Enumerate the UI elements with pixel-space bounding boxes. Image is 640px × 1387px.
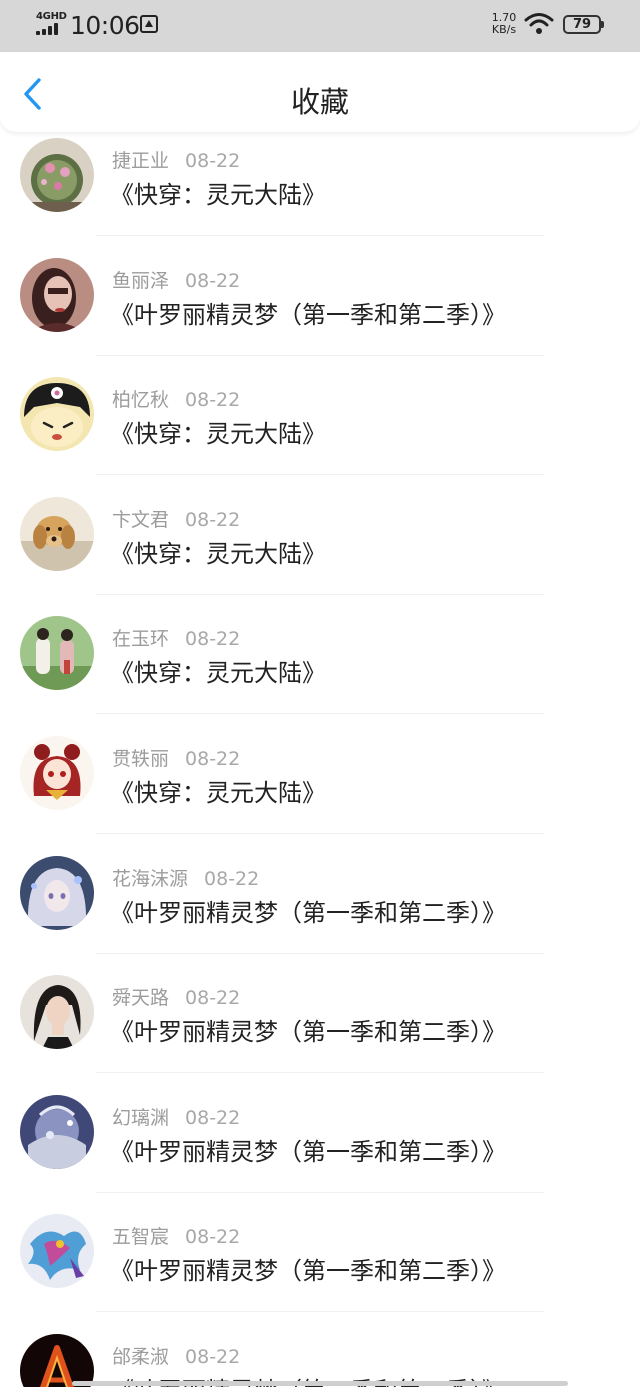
item-date: 08-22 xyxy=(185,747,241,770)
list-item[interactable]: 花海沫源 08-22 《叶罗丽精灵梦（第一季和第二季）》 xyxy=(0,849,640,969)
status-bar: 4GHD 10:06 1.70 KB/s 79 xyxy=(0,0,640,52)
item-meta: 鱼丽泽 08-22 xyxy=(112,266,240,293)
avatar xyxy=(20,855,94,930)
book-title: 《快穿：灵元大陆》 xyxy=(110,659,326,688)
list-item[interactable]: 五智宸 08-22 《叶罗丽精灵梦（第一季和第二季）》 xyxy=(0,1207,640,1327)
clock: 10:06 xyxy=(70,11,140,40)
list-item[interactable]: 鱼丽泽 08-22 《叶罗丽精灵梦（第一季和第二季）》 xyxy=(0,251,640,371)
book-title: 《叶罗丽精灵梦（第一季和第二季）》 xyxy=(110,1018,506,1047)
list-item[interactable]: 柏忆秋 08-22 《快穿：灵元大陆》 xyxy=(0,370,640,490)
item-meta: 贯轶丽 08-22 xyxy=(112,744,240,771)
item-date: 08-22 xyxy=(185,628,241,651)
notification-icon xyxy=(140,15,158,33)
item-meta: 卞文君 08-22 xyxy=(112,505,240,532)
item-meta: 五智宸 08-22 xyxy=(112,1222,240,1249)
avatar xyxy=(20,496,94,571)
list-item[interactable]: 在玉环 08-22 《快穿：灵元大陆》 xyxy=(0,609,640,729)
item-meta: 在玉环 08-22 xyxy=(112,624,240,651)
divider xyxy=(96,1072,544,1074)
avatar xyxy=(20,138,94,212)
book-title: 《快穿：灵元大陆》 xyxy=(110,181,326,209)
list-item[interactable]: 邰柔淑08-22 《叶罗丽精灵梦（第一季和第二季）》 xyxy=(0,1327,640,1387)
divider xyxy=(96,235,544,236)
avatar xyxy=(20,735,94,810)
user-name: 贯轶丽 xyxy=(112,747,170,770)
cellular-signal-icon: 4GHD xyxy=(36,11,67,36)
home-indicator[interactable] xyxy=(72,1381,568,1386)
divider xyxy=(96,713,544,715)
avatar xyxy=(20,975,94,1050)
list-item[interactable]: 卞文君 08-22 《快穿：灵元大陆》 xyxy=(0,490,640,610)
wifi-icon xyxy=(524,13,554,34)
user-name: 花海沫源 xyxy=(112,867,189,890)
item-meta: 捷正业 08-22 xyxy=(112,146,240,173)
item-date: 08-22 xyxy=(185,987,241,1010)
avatar xyxy=(20,1094,94,1169)
avatar xyxy=(20,377,94,452)
book-title: 《叶罗丽精灵梦（第一季和第二季）》 xyxy=(110,1137,506,1166)
item-meta: 花海沫源 08-22 xyxy=(112,864,259,891)
user-name: 舜天路 xyxy=(112,987,170,1010)
list-item[interactable]: 贯轶丽 08-22 《快穿：灵元大陆》 xyxy=(0,729,640,849)
avatar xyxy=(20,1214,94,1289)
battery-icon: 79 xyxy=(563,15,604,34)
user-name: 在玉环 xyxy=(112,628,170,651)
item-meta: 柏忆秋 08-22 xyxy=(112,385,240,412)
user-name: 幻璃渊 xyxy=(112,1106,170,1129)
book-title: 《快穿：灵元大陆》 xyxy=(110,539,326,568)
item-date: 08-22 xyxy=(204,867,260,890)
item-date: 08-22 xyxy=(185,269,241,292)
item-date: 08-22 xyxy=(185,1106,241,1129)
item-date: 08-22 xyxy=(185,1345,241,1368)
book-title: 《快穿：灵元大陆》 xyxy=(110,420,326,449)
user-name: 柏忆秋 xyxy=(112,389,170,412)
favorites-list: 捷正业 08-22 《快穿：灵元大陆》 鱼丽泽 08-22 《叶罗丽精灵梦（第一季和… xyxy=(0,131,640,1387)
item-date: 08-22 xyxy=(185,389,241,412)
book-title: 《快穿：灵元大陆》 xyxy=(110,778,326,807)
divider xyxy=(96,1191,544,1193)
divider xyxy=(96,952,544,954)
page-title: 收藏 xyxy=(290,85,349,119)
item-meta: 幻璃渊 08-22 xyxy=(112,1103,240,1130)
user-name: 邰柔淑 xyxy=(112,1345,170,1368)
avatar xyxy=(20,257,94,332)
avatar xyxy=(20,1333,94,1387)
item-meta: 舜天路 08-22 xyxy=(112,983,240,1010)
user-name: 鱼丽泽 xyxy=(112,269,170,292)
book-title: 《叶罗丽精灵梦（第一季和第二季）》 xyxy=(110,898,506,927)
favorites-screen: 4GHD 10:06 1.70 KB/s 79 收藏 捷正业 08-22 《快穿… xyxy=(0,0,640,1387)
item-date: 08-22 xyxy=(185,1226,241,1249)
network-type: 4GHD xyxy=(36,11,67,22)
divider xyxy=(96,474,544,476)
divider xyxy=(96,1311,544,1313)
divider xyxy=(96,354,544,356)
item-date: 08-22 xyxy=(185,508,241,531)
nav-header: 收藏 xyxy=(0,52,640,132)
list-item[interactable]: 幻璃渊 08-22 《叶罗丽精灵梦（第一季和第二季）》 xyxy=(0,1088,640,1208)
user-name: 五智宸 xyxy=(112,1226,170,1249)
list-item[interactable]: 捷正业 08-22 《快穿：灵元大陆》 xyxy=(0,131,640,251)
network-speed: 1.70 KB/s xyxy=(491,11,517,36)
item-meta: 邰柔淑 08-22 xyxy=(112,1342,240,1369)
user-name: 捷正业 xyxy=(112,150,170,172)
avatar xyxy=(20,616,94,691)
book-title: 《叶罗丽精灵梦（第一季和第二季）》 xyxy=(110,1257,506,1286)
book-title: 《叶罗丽精灵梦（第一季和第二季）》 xyxy=(110,300,506,329)
divider xyxy=(96,832,544,834)
list-item[interactable]: 舜天路 08-22 《叶罗丽精灵梦（第一季和第二季）》 xyxy=(0,968,640,1088)
item-date: 08-22 xyxy=(185,150,241,172)
user-name: 卞文君 xyxy=(112,508,170,531)
divider xyxy=(96,593,544,595)
